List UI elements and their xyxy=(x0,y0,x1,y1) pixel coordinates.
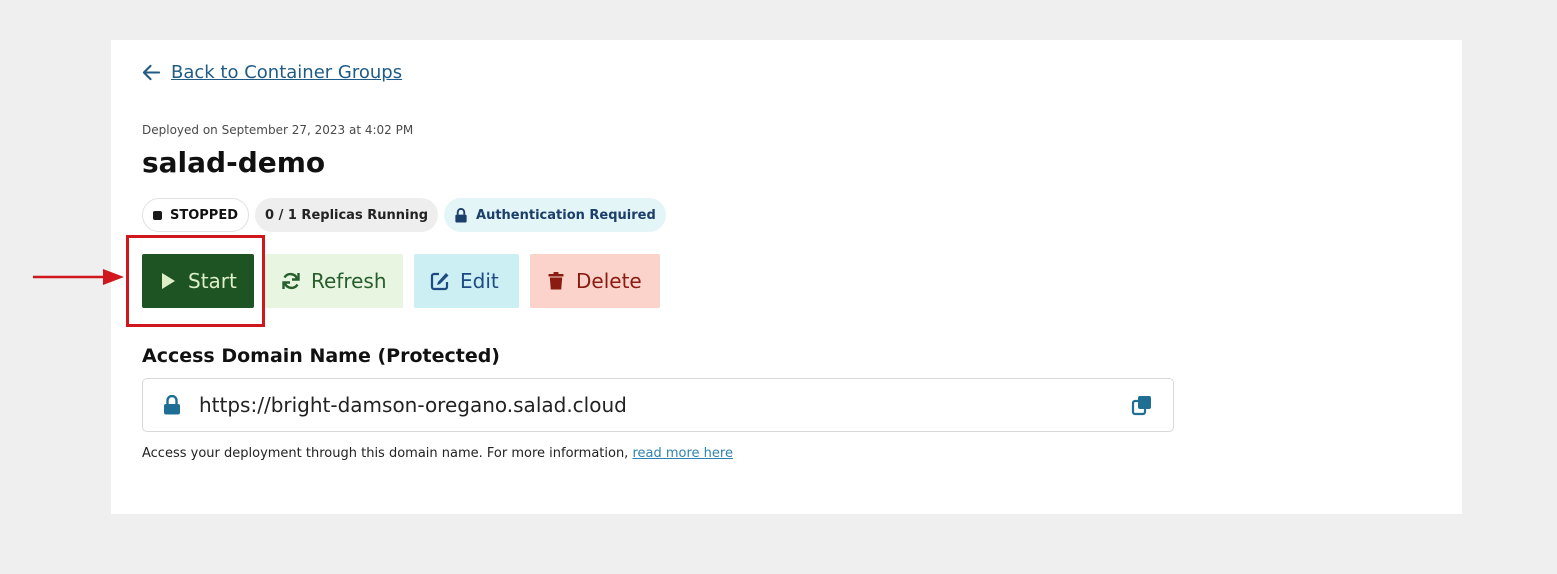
back-link-label[interactable]: Back to Container Groups xyxy=(171,62,402,83)
edit-button[interactable]: Edit xyxy=(414,254,519,308)
refresh-icon xyxy=(282,272,300,290)
status-badges: STOPPED 0 / 1 Replicas Running Authentic… xyxy=(142,198,666,232)
help-text: Access your deployment through this doma… xyxy=(142,446,633,461)
auth-badge-label: Authentication Required xyxy=(476,207,656,223)
container-group-card: Back to Container Groups Deployed on Sep… xyxy=(111,40,1462,514)
status-badge: STOPPED xyxy=(142,198,250,232)
access-domain-field: https://bright-damson-oregano.salad.clou… xyxy=(142,378,1174,432)
page-title: salad-demo xyxy=(142,146,326,179)
arrow-left-icon xyxy=(142,64,161,81)
trash-icon xyxy=(548,272,564,290)
start-button-highlight-box xyxy=(126,235,265,327)
auth-badge: Authentication Required xyxy=(444,198,666,232)
delete-button-label: Delete xyxy=(576,269,642,293)
access-domain-help: Access your deployment through this doma… xyxy=(142,446,733,461)
copy-icon[interactable] xyxy=(1131,394,1153,416)
annotation-arrow-icon xyxy=(33,269,124,285)
lock-icon xyxy=(455,207,467,223)
read-more-link[interactable]: read more here xyxy=(632,446,733,461)
refresh-button-label: Refresh xyxy=(311,269,387,293)
delete-button[interactable]: Delete xyxy=(530,254,660,308)
replicas-badge: 0 / 1 Replicas Running xyxy=(255,198,439,232)
edit-button-label: Edit xyxy=(460,269,499,293)
access-domain-url[interactable]: https://bright-damson-oregano.salad.clou… xyxy=(199,393,1131,417)
refresh-button[interactable]: Refresh xyxy=(265,254,403,308)
stop-square-icon xyxy=(153,210,162,220)
access-domain-label: Access Domain Name (Protected) xyxy=(142,345,500,367)
status-badge-label: STOPPED xyxy=(170,207,239,223)
lock-icon xyxy=(164,395,180,415)
edit-icon xyxy=(430,272,449,291)
back-to-container-groups-link[interactable]: Back to Container Groups xyxy=(142,62,402,83)
deployed-timestamp: Deployed on September 27, 2023 at 4:02 P… xyxy=(142,123,414,137)
replicas-badge-label: 0 / 1 Replicas Running xyxy=(265,207,429,223)
